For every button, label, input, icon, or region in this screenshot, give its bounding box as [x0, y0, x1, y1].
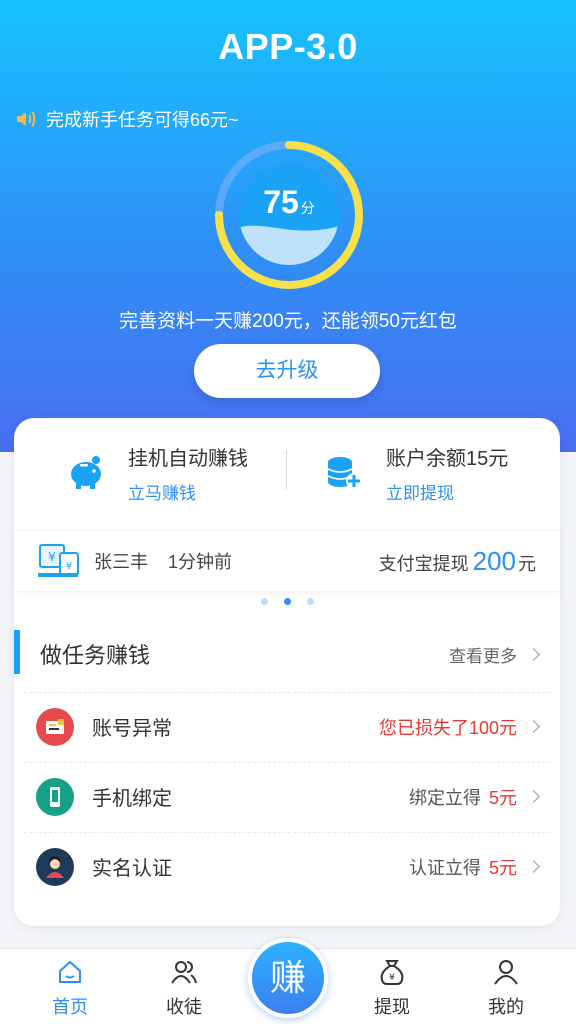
svg-text:¥: ¥ [48, 550, 56, 564]
withdraw-screen-icon: ¥ ¥ [38, 544, 79, 577]
speaker-icon [17, 111, 36, 127]
person-icon [36, 847, 74, 886]
app-title: APP-3.0 [218, 26, 358, 67]
chevron-right-icon [527, 790, 540, 803]
quick-actions: 挂机自动赚钱 立马赚钱 账户余额15元 立即提现 [14, 418, 560, 530]
chevron-right-icon [527, 860, 540, 873]
quick-divider [286, 450, 287, 490]
task-name: 实名认证 [92, 858, 172, 880]
ticker-amount-group: 支付宝提现 200 元 [379, 546, 536, 577]
withdraw-ticker: ¥ ¥ 张三丰 1分钟前 支付宝提现 200 元 [14, 530, 560, 592]
tab-withdraw[interactable]: ¥ 提现 [352, 957, 432, 1019]
auto-earn-item[interactable]: 挂机自动赚钱 立马赚钱 [66, 442, 248, 504]
promo-tip: 完善资料一天赚200元，还能领50元红包 [119, 311, 457, 332]
task-row-phone[interactable]: 手机绑定 绑定立得 5元 [24, 762, 550, 830]
task-section-header: 做任务赚钱 查看更多 [14, 628, 560, 676]
header-background: APP-3.0 完成新手任务可得66元~ 75 分 完善资料一天赚200元，还能领… [0, 0, 576, 452]
notice-text: 完成新手任务可得66元~ [46, 110, 239, 130]
task-row-realname[interactable]: 实名认证 认证立得 5元 [24, 832, 550, 900]
svg-text:¥: ¥ [389, 973, 395, 983]
earn-now-link[interactable]: 立马赚钱 [128, 479, 248, 504]
notice-bar[interactable]: 完成新手任务可得66元~ [14, 106, 239, 132]
ticker-user: 张三丰 [94, 552, 148, 572]
piggy-bank-icon [71, 456, 101, 489]
earn-button[interactable]: 赚 [248, 938, 328, 1018]
task-section-title: 做任务赚钱 [40, 643, 151, 668]
tab-home[interactable]: 首页 [30, 957, 110, 1019]
main-card: 挂机自动赚钱 立马赚钱 账户余额15元 立即提现 ¥ ¥ 张三丰 1分钟前 支付… [14, 418, 560, 926]
task-row-account[interactable]: 账号异常 您已损失了100元 [24, 692, 550, 760]
carousel-dot[interactable] [306, 598, 314, 605]
task-reward: 绑定立得 5元 [409, 784, 540, 810]
ticker-label: 支付宝提现 [378, 553, 469, 574]
ticker-amount: 200 [472, 545, 516, 576]
upgrade-button[interactable]: 去升级 [194, 344, 380, 398]
home-icon [59, 960, 81, 983]
task-name: 账号异常 [92, 718, 172, 740]
chevron-right-icon [527, 720, 540, 733]
users-icon [171, 961, 197, 984]
section-accent-bar [14, 630, 20, 674]
user-icon [494, 960, 518, 985]
ticker-time: 1分钟前 [168, 552, 233, 572]
carousel-dot-active[interactable] [283, 598, 291, 605]
money-bag-icon: ¥ [380, 960, 404, 985]
tab-apprentice[interactable]: 收徒 [144, 957, 224, 1019]
score-gauge: 75 分 [212, 138, 366, 292]
ticker-unit: 元 [518, 553, 536, 574]
coins-add-icon [327, 457, 362, 489]
svg-text:¥: ¥ [66, 561, 72, 572]
view-more-link[interactable]: 查看更多 [449, 642, 540, 667]
account-warning-icon [36, 707, 74, 746]
task-name: 手机绑定 [92, 788, 172, 810]
task-status: 您已损失了100元 [379, 714, 540, 740]
tab-mine[interactable]: 我的 [466, 957, 546, 1019]
carousel-indicator [14, 598, 560, 605]
phone-icon [36, 777, 74, 816]
auto-earn-title: 挂机自动赚钱 [128, 448, 248, 470]
withdraw-now-link[interactable]: 立即提现 [386, 479, 508, 504]
balance-title: 账户余额15元 [386, 448, 509, 470]
score-value: 75 分 [263, 184, 315, 220]
task-reward: 认证立得 5元 [409, 854, 540, 880]
balance-item[interactable]: 账户余额15元 立即提现 [324, 442, 508, 504]
chevron-right-icon [527, 648, 540, 661]
carousel-dot[interactable] [260, 598, 268, 605]
